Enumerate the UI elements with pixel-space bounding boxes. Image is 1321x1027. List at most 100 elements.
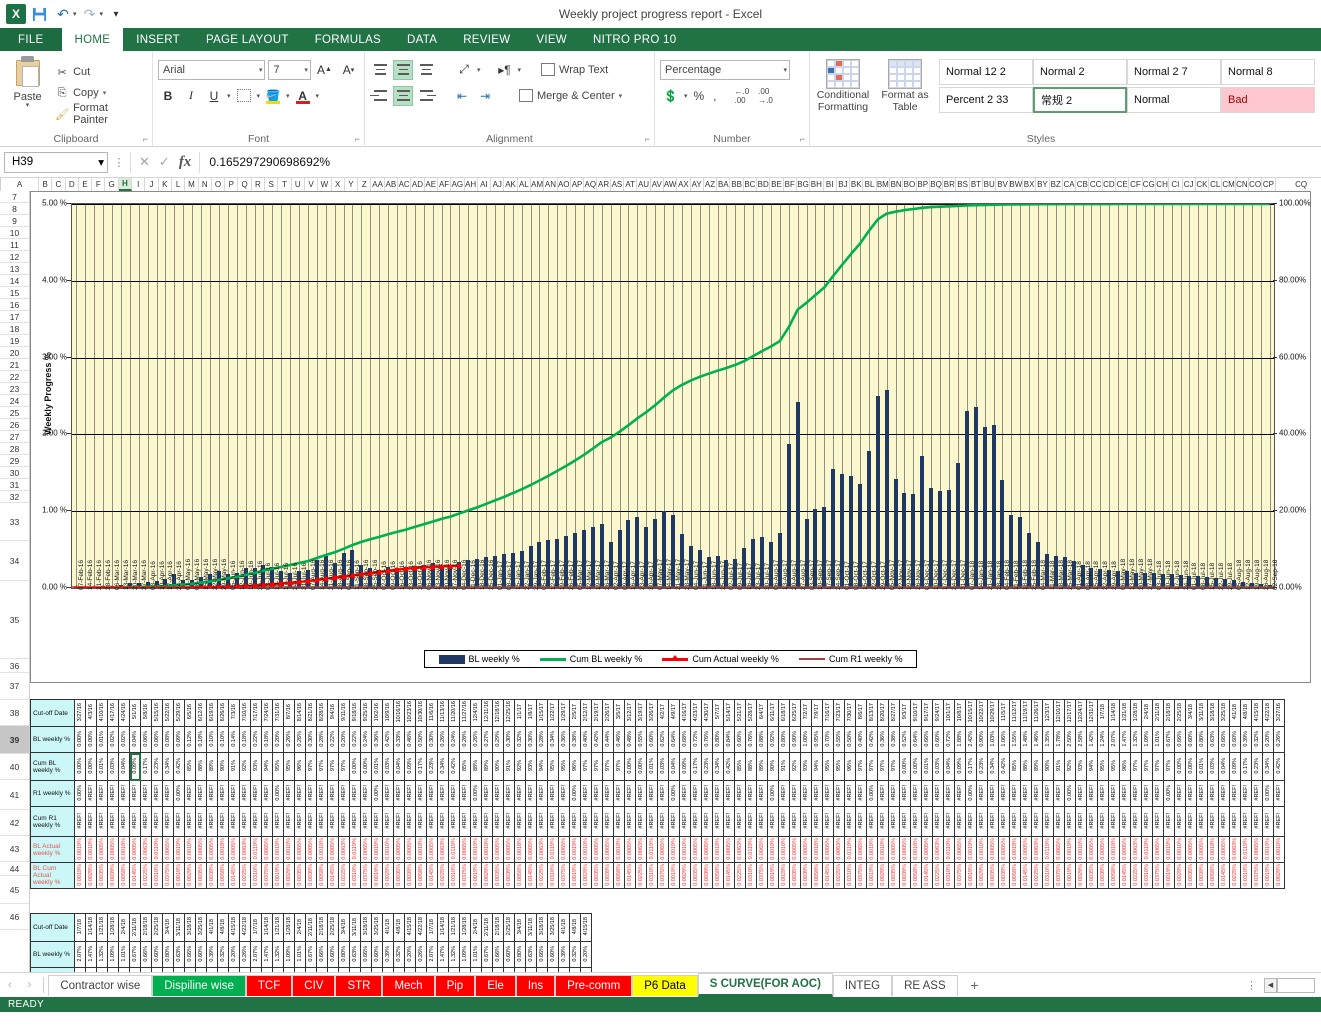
table-cell[interactable]: 0.0005% — [404, 836, 416, 863]
table-cell[interactable]: #REF! — [547, 780, 559, 807]
row-header-18[interactable]: 18 — [0, 323, 29, 335]
table-cell[interactable]: 0.00% — [635, 752, 647, 781]
column-header-be[interactable]: BE — [770, 178, 784, 191]
column-header-as[interactable]: AS — [610, 178, 625, 191]
table-cell[interactable]: 9/25/16 — [360, 699, 372, 727]
formula-input[interactable]: 0.165297290698692% — [199, 151, 1317, 173]
table-cell[interactable]: 0.0005% — [195, 836, 207, 863]
table-cell[interactable]: #REF! — [987, 806, 999, 837]
scrollbar-grip-icon[interactable]: ⋮ — [1239, 979, 1264, 992]
table-cell[interactable]: 0.0035% — [591, 862, 603, 889]
table-cell[interactable]: 88 — [85, 967, 97, 972]
table-cell[interactable]: 6/19/16 — [206, 699, 218, 727]
table-cell[interactable]: 0.0005% — [1218, 836, 1230, 863]
table-cell[interactable]: 0.17% — [1240, 752, 1252, 781]
table-cell[interactable]: 10/8/17 — [954, 699, 966, 727]
table-cell[interactable]: 7/24/16 — [261, 699, 273, 727]
table-cell[interactable]: 0.0225% — [536, 862, 548, 889]
table-cell[interactable]: 92 — [129, 967, 141, 972]
table-cell[interactable]: 0.80% — [1196, 726, 1208, 753]
table-cell[interactable]: 0.0019% — [173, 836, 185, 863]
table-cell[interactable]: 5/28/17 — [745, 699, 757, 727]
column-header-ce[interactable]: CE — [1116, 178, 1130, 191]
table-cell[interactable]: 95 — [349, 967, 361, 972]
table-cell[interactable]: 0.42% — [998, 752, 1010, 781]
table-cell[interactable]: 0.34% — [547, 726, 559, 753]
table-cell[interactable]: 93 — [316, 967, 328, 972]
table-cell[interactable]: 0.0310% — [1240, 862, 1252, 889]
table-cell[interactable]: 0.0063% — [833, 836, 845, 863]
table-cell[interactable]: 0.67% — [305, 941, 317, 968]
table-cell[interactable]: 0.39% — [206, 941, 218, 968]
table-cell[interactable]: 2/4/18 — [1141, 699, 1153, 727]
table-cell[interactable]: 12/3/17 — [1042, 699, 1054, 727]
table-cell[interactable]: #REF! — [844, 780, 856, 807]
table-cell[interactable]: #REF! — [96, 806, 108, 837]
table-cell[interactable]: 0.0065% — [360, 836, 372, 863]
table-cell[interactable]: 8/6/17 — [855, 699, 867, 727]
column-header-ci[interactable]: CI — [1169, 178, 1183, 191]
table-cell[interactable]: 10/9/16 — [382, 699, 394, 727]
table-cell[interactable]: 0.0225% — [932, 862, 944, 889]
table-cell[interactable]: 85% — [459, 752, 471, 781]
table-cell[interactable]: 0.0029% — [1075, 862, 1087, 889]
paste-dropdown-icon[interactable]: ▾ — [26, 102, 30, 109]
table-cell[interactable]: 0.34% — [437, 752, 449, 781]
row-header-46[interactable]: 46 — [0, 904, 29, 930]
table-cell[interactable]: #REF! — [1240, 806, 1252, 837]
table-cell[interactable]: 7/9/17 — [811, 699, 823, 727]
table-cell[interactable]: 97% — [888, 752, 900, 781]
table-cell[interactable]: #REF! — [129, 780, 141, 807]
table-cell[interactable]: 2/11/18 — [481, 913, 493, 942]
table-cell[interactable]: 0.01% — [96, 726, 108, 753]
table-cell[interactable]: 3/4/18 — [514, 913, 526, 942]
table-cell[interactable]: 4/15/18 — [228, 913, 240, 942]
table-cell[interactable]: 0.95% — [811, 726, 823, 753]
table-cell[interactable]: 0.66% — [492, 941, 504, 968]
table-cell[interactable]: #REF! — [745, 806, 757, 837]
table-cell[interactable]: 96 — [536, 967, 548, 972]
table-cell[interactable]: 9/24/17 — [932, 699, 944, 727]
table-cell[interactable]: 95 — [338, 967, 350, 972]
table-cell[interactable]: 97% — [613, 752, 625, 781]
table-cell[interactable]: 0.0119% — [1240, 836, 1252, 863]
table-cell[interactable]: 0.09% — [679, 752, 691, 781]
table-cell[interactable]: 0.60% — [547, 941, 559, 968]
table-cell[interactable]: #REF! — [459, 780, 471, 807]
table-cell[interactable]: 0.0039% — [701, 862, 713, 889]
column-header-cl[interactable]: CL — [1209, 178, 1223, 191]
table-row[interactable]: R1 weekly % 0.00% #REF! #REF! #REF! #REF! #REF… — [30, 780, 1285, 807]
table-cell[interactable]: #REF! — [734, 806, 746, 837]
table-cell[interactable]: 0.0005% — [525, 836, 537, 863]
conditional-formatting-button[interactable]: Conditional Formatting — [815, 57, 871, 132]
table-cell[interactable]: #REF! — [250, 780, 262, 807]
table-cell[interactable]: 0.0310% — [1141, 862, 1153, 889]
table-cell[interactable]: 0.0005% — [1119, 836, 1131, 863]
table-cell[interactable]: #REF! — [1229, 806, 1241, 837]
table-cell[interactable]: #REF! — [712, 806, 724, 837]
table-cell[interactable]: #REF! — [668, 806, 680, 837]
table-cell[interactable]: #REF! — [1086, 806, 1098, 837]
table-cell[interactable]: #REF! — [118, 780, 130, 807]
table-cell[interactable]: 91 — [470, 967, 482, 972]
table-cell[interactable]: 0.0005% — [327, 836, 339, 863]
table-cell[interactable]: 5/21/17 — [734, 699, 746, 727]
accounting-format-icon[interactable]: 💲 — [660, 86, 681, 106]
data-table-top[interactable]: Cut-off Date 3/27/16 4/3/16 4/10/16 4/17/16 4… — [30, 699, 1285, 889]
s-curve-chart[interactable]: Weekly Progress % 07-Feb-16 14-Feb-16 21-F… — [30, 191, 1311, 683]
table-cell[interactable]: 0.00% — [173, 780, 185, 807]
table-cell[interactable]: 1.48% — [1020, 726, 1032, 753]
table-cell[interactable]: 4/8/18 — [393, 913, 405, 942]
column-header-j[interactable]: J — [145, 178, 159, 191]
table-cell[interactable]: 96 — [360, 967, 372, 972]
column-header-i[interactable]: I — [132, 178, 146, 191]
table-cell[interactable]: #REF! — [1108, 806, 1120, 837]
table-cell[interactable]: #REF! — [646, 780, 658, 807]
table-cell[interactable]: 0.0019% — [173, 862, 185, 889]
table-cell[interactable]: 0.68% — [679, 726, 691, 753]
table-cell[interactable]: 94% — [1086, 752, 1098, 781]
table-cell[interactable]: 0.0119% — [448, 836, 460, 863]
table-cell[interactable]: 1.24% — [1097, 726, 1109, 753]
orientation-icon[interactable]: ⤢ — [454, 60, 474, 80]
table-cell[interactable]: 4/10/16 — [96, 699, 108, 727]
